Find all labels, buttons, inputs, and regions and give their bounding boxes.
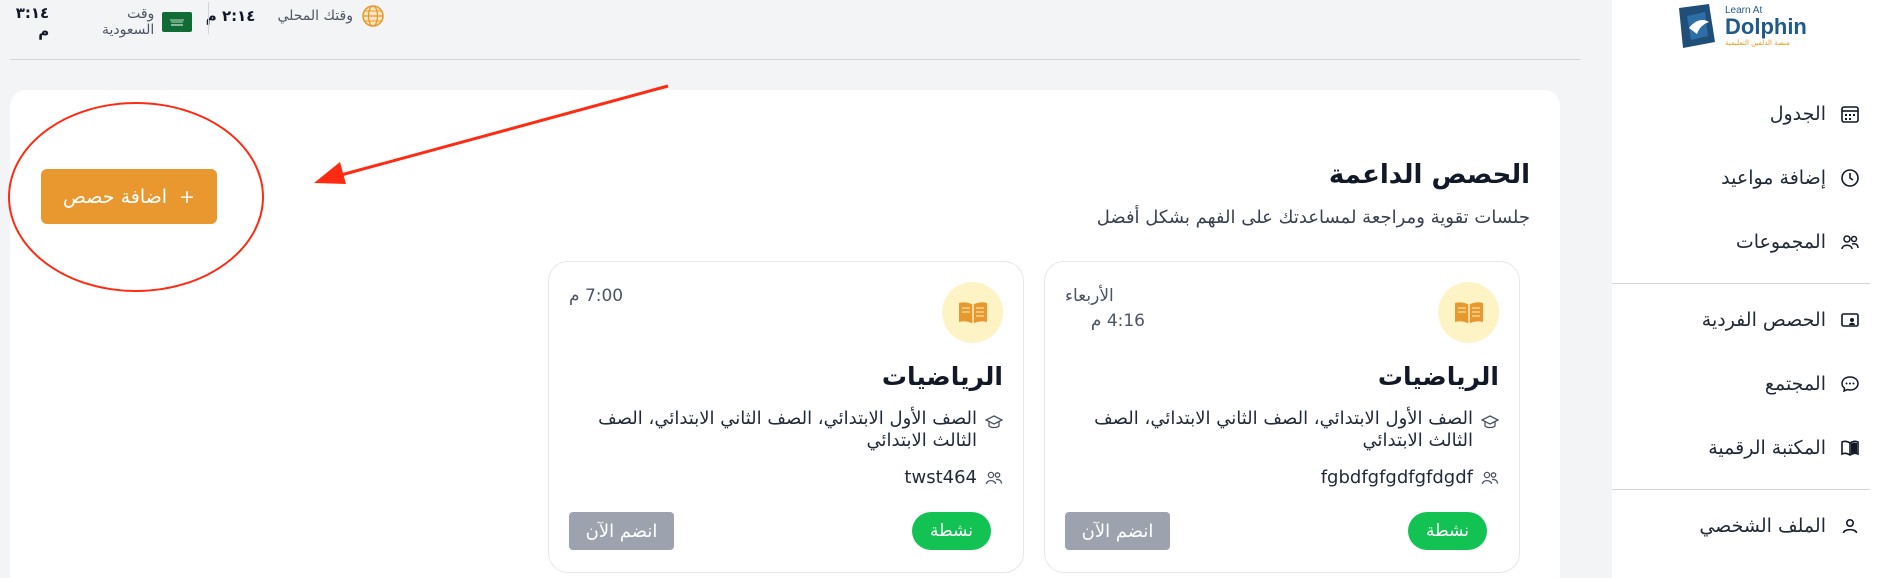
book-icon: [1438, 282, 1499, 343]
session-grades: الصف الأول الابتدائي، الصف الثاني الابتد…: [1079, 408, 1499, 452]
join-now-button[interactable]: انضم الآن: [569, 512, 674, 550]
sidebar-item-label: إضافة مواعيد: [1721, 167, 1826, 189]
sidebar-item-label: الجدول: [1769, 103, 1826, 125]
sidebar-item-add-appointments[interactable]: إضافة مواعيد: [1640, 163, 1860, 193]
calendar-icon: [1841, 106, 1859, 123]
sidebar-item-digital-library[interactable]: المكتبة الرقمية: [1640, 433, 1860, 463]
sidebar-item-schedule[interactable]: الجدول: [1640, 99, 1860, 129]
sidebar-item-community[interactable]: المجتمع: [1640, 369, 1860, 399]
session-group: twst464: [904, 467, 1003, 488]
annotation-arrow: [314, 84, 669, 184]
session-day: الأربعاء: [1065, 286, 1114, 306]
sidebar-item-individual-sessions[interactable]: الحصص الفردية: [1640, 305, 1860, 335]
globe-icon: [362, 5, 384, 27]
header-divider: [208, 2, 209, 34]
local-time: وقتك المحلي ٢:١٤ م: [206, 4, 385, 28]
sidebar-item-groups[interactable]: المجموعات: [1640, 227, 1860, 257]
session-group-name: twst464: [904, 467, 977, 488]
graduation-cap-icon: [1481, 415, 1499, 429]
chat-icon: [1841, 376, 1859, 393]
session-time: 4:16 م: [1090, 311, 1145, 331]
session-subject: الرياضيات: [881, 362, 1003, 391]
user-icon: [1842, 518, 1858, 534]
sidebar-item-label: المكتبة الرقمية: [1708, 437, 1826, 459]
header-bottom-border: [10, 59, 1580, 60]
status-badge: نشطة: [1408, 512, 1487, 550]
users-icon: [1481, 471, 1499, 484]
book-icon: [942, 282, 1003, 343]
session-group-name: fgbdfgfgdfgfdgdf: [1320, 467, 1473, 488]
session-subject: الرياضيات: [1377, 362, 1499, 391]
sidebar-divider: [1612, 283, 1870, 284]
book-icon: [1841, 440, 1859, 456]
session-grades-text: الصف الأول الابتدائي، الصف الثاني الابتد…: [1094, 408, 1473, 451]
session-card: 7:00 م الرياضيات الصف الأول الابتدائي، ا…: [548, 261, 1024, 573]
sidebar-item-label: الحصص الفردية: [1701, 309, 1826, 331]
saudi-flag-icon: [162, 12, 192, 32]
session-grades: الصف الأول الابتدائي، الصف الثاني الابتد…: [583, 408, 1003, 452]
graduation-cap-icon: [985, 415, 1003, 429]
sidebar: Learn At Dolphin منصة الدلفين التعليمية …: [1612, 0, 1900, 578]
page-title: الحصص الداعمة: [1328, 160, 1530, 190]
sidebar-item-label: المجتمع: [1764, 373, 1826, 395]
dolphin-logo-icon: [1675, 2, 1719, 50]
session-card: الأربعاء 4:16 م الرياضيات الصف الأول الا…: [1044, 261, 1520, 573]
page-subtitle: جلسات تقوية ومراجعة لمساعدتك على الفهم ب…: [1096, 207, 1530, 228]
status-badge: نشطة: [912, 512, 991, 550]
video-icon: [1841, 313, 1859, 327]
logo-subtitle: منصة الدلفين التعليمية: [1725, 38, 1790, 47]
logo-brand-text: Dolphin: [1725, 13, 1807, 39]
saudi-time-value: ٣:١٤ م: [15, 4, 50, 40]
sidebar-item-label: الملف الشخصي: [1699, 515, 1826, 537]
local-time-value: ٢:١٤ م: [205, 7, 256, 25]
clock-icon: [1841, 169, 1859, 187]
sidebar-divider: [1612, 489, 1870, 490]
sidebar-item-label: المجموعات: [1735, 231, 1826, 253]
session-group: fgbdfgfgdfgfdgdf: [1321, 467, 1499, 488]
annotation-ellipse: [8, 102, 264, 292]
sidebar-item-profile[interactable]: الملف الشخصي: [1640, 511, 1860, 541]
saudi-time-label: وقت السعودية: [102, 6, 155, 38]
users-icon: [985, 471, 1003, 484]
session-grades-text: الصف الأول الابتدائي، الصف الثاني الابتد…: [598, 408, 977, 451]
local-time-label: وقتك المحلي: [277, 8, 353, 24]
join-now-button[interactable]: انضم الآن: [1065, 512, 1170, 550]
logo[interactable]: Learn At Dolphin منصة الدلفين التعليمية: [1675, 0, 1807, 52]
users-icon: [1841, 235, 1859, 250]
saudi-time: وقت السعودية ٣:١٤ م: [0, 4, 192, 40]
session-time: 7:00 م: [569, 286, 624, 306]
